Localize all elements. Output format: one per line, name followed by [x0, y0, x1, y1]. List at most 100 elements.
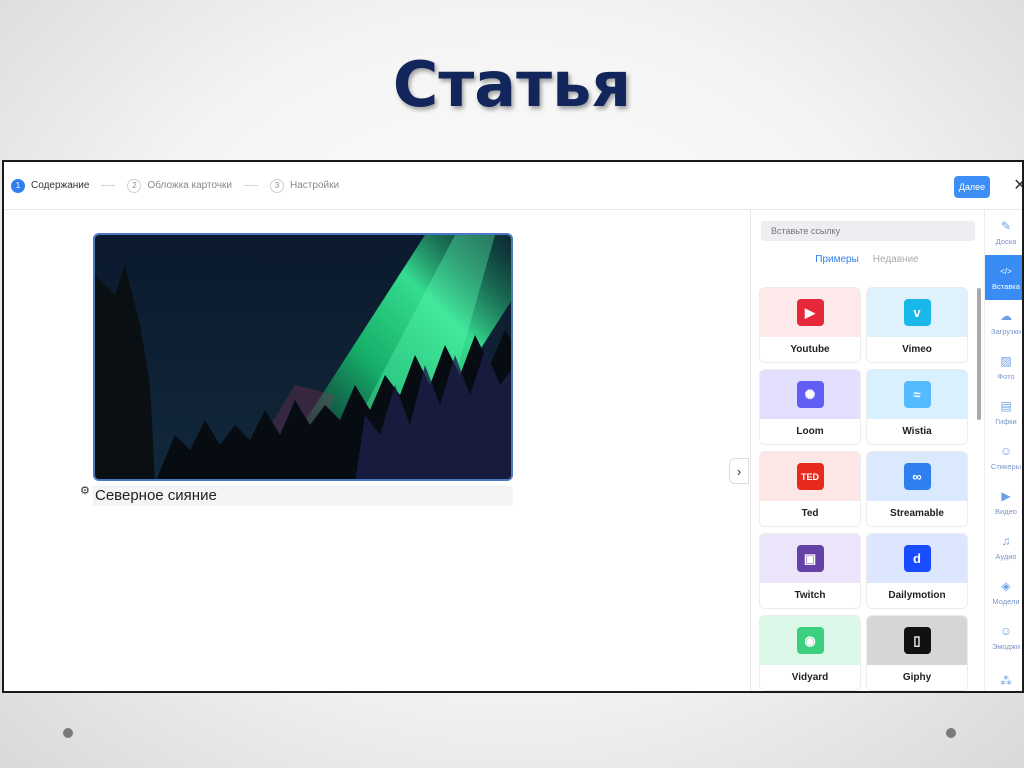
collapse-panel-button[interactable]: ›: [729, 458, 749, 484]
photo-icon: ▨: [1000, 354, 1012, 368]
rail-item-label: Гифки: [995, 417, 1017, 426]
card-label: Wistia: [867, 419, 967, 444]
aurora-image[interactable]: [93, 233, 513, 481]
rail-item-label: Аудио: [995, 552, 1017, 561]
aurora-picture: [95, 235, 511, 479]
embed-card-streamable[interactable]: ∞ Streamable: [867, 452, 967, 526]
card-label: Vimeo: [867, 337, 967, 362]
gear-icon[interactable]: ⚙: [80, 484, 90, 497]
card-label: Streamable: [867, 501, 967, 526]
vimeo-icon: v: [903, 299, 931, 326]
embed-card-vimeo[interactable]: v Vimeo: [867, 288, 967, 362]
card-preview: ✺: [760, 370, 860, 419]
step-number: 1: [11, 178, 25, 193]
card-label: Vidyard: [760, 665, 860, 690]
dailymotion-icon: d: [903, 545, 931, 572]
step-label: Содержание: [31, 180, 90, 191]
card-preview: ∞: [867, 452, 967, 501]
rail-item-video[interactable]: ▶ Видео: [985, 480, 1022, 525]
side-rail: ✎ Доска </> Вставка ☁ Загрузки ▨ Фото ▤ Гифки ☺ Сти…: [984, 210, 1022, 691]
slide-dot: [946, 728, 956, 738]
embed-card-loom[interactable]: ✺ Loom: [760, 370, 860, 444]
ted-icon: TED: [796, 463, 824, 490]
giphy-icon: ▯: [903, 627, 931, 654]
card-label: Youtube: [760, 337, 860, 362]
card-preview: ▣: [760, 534, 860, 583]
tab-examples[interactable]: Примеры: [815, 254, 859, 265]
cube-icon: ◈: [1001, 579, 1011, 593]
panel-scrollbar[interactable]: [977, 288, 981, 420]
loom-icon: ✺: [796, 381, 824, 408]
card-label: Loom: [760, 419, 860, 444]
step-number: 2: [127, 178, 142, 193]
rail-item-label: Вставка: [992, 282, 1020, 291]
card-label: Ted: [760, 501, 860, 526]
rail-item-cloud-upload[interactable]: ☁ Загрузки: [985, 300, 1022, 345]
rail-item-brush[interactable]: ✎ Доска: [985, 210, 1022, 255]
rail-item-gamepad[interactable]: ⁂: [985, 660, 1022, 691]
card-preview: v: [867, 288, 967, 337]
gamepad-icon: ⁂: [1000, 673, 1012, 688]
twitch-icon: ▣: [796, 545, 824, 572]
card-preview: TED: [760, 452, 860, 501]
tab-recent[interactable]: Недавние: [873, 254, 919, 265]
rail-item-label: Доска: [995, 237, 1017, 246]
embed-panel: Примеры Недавние ▶ Youtube v Vimeo ✺ Loom ≈ Wis…: [750, 210, 982, 691]
step-settings[interactable]: 3 Настройки: [270, 178, 340, 193]
gif-icon: ▤: [1000, 399, 1012, 413]
card-preview: ◉: [760, 616, 860, 665]
youtube-icon: ▶: [796, 299, 824, 326]
editor-canvas[interactable]: ⚙ Северное сияние ›: [4, 210, 750, 691]
card-label: Twitch: [760, 583, 860, 608]
step-separator: [244, 185, 259, 186]
card-preview: ≈: [867, 370, 967, 419]
music-icon: ♫: [1001, 534, 1011, 548]
rail-item-code[interactable]: </> Вставка: [985, 255, 1022, 300]
step-separator: [101, 185, 116, 186]
rail-item-cube[interactable]: ◈ Модели: [985, 570, 1022, 615]
rail-item-label: Загрузки: [990, 327, 1022, 336]
embed-card-dailymotion[interactable]: d Dailymotion: [867, 534, 967, 608]
rail-item-sticker[interactable]: ☺ Стикеры: [985, 435, 1022, 480]
card-preview: ▶: [760, 288, 860, 337]
card-preview: ▯: [867, 616, 967, 665]
sticker-icon: ☺: [999, 444, 1013, 458]
code-icon: </>: [1000, 266, 1012, 276]
embed-card-youtube[interactable]: ▶ Youtube: [760, 288, 860, 362]
rail-item-label: Фото: [997, 372, 1015, 381]
rail-item-photo[interactable]: ▨ Фото: [985, 345, 1022, 390]
next-button[interactable]: Далее: [954, 176, 990, 198]
embed-card-vidyard[interactable]: ◉ Vidyard: [760, 616, 860, 690]
rail-item-label: Эмоджи: [991, 642, 1021, 651]
emoji-icon: ☺: [999, 624, 1013, 638]
brush-icon: ✎: [1000, 219, 1012, 233]
embed-card-twitch[interactable]: ▣ Twitch: [760, 534, 860, 608]
stepper-bar: 1 Содержание 2 Обложка карточки 3 Настро…: [4, 162, 1022, 210]
streamable-icon: ∞: [903, 463, 931, 490]
image-caption[interactable]: Северное сияние: [93, 486, 513, 506]
rail-item-label: Видео: [995, 507, 1017, 516]
close-icon[interactable]: ✕: [1013, 175, 1022, 195]
step-label: Обложка карточки: [147, 180, 233, 191]
embed-tabs: Примеры Недавние: [751, 254, 983, 265]
embed-card-ted[interactable]: TED Ted: [760, 452, 860, 526]
vidyard-icon: ◉: [796, 627, 824, 654]
rail-item-label: Модели: [992, 597, 1020, 606]
rail-item-music[interactable]: ♫ Аудио: [985, 525, 1022, 570]
embed-card-wistia[interactable]: ≈ Wistia: [867, 370, 967, 444]
card-label: Giphy: [867, 665, 967, 690]
slide-dot: [63, 728, 73, 738]
step-card-cover[interactable]: 2 Обложка карточки: [127, 178, 233, 193]
step-number: 3: [270, 178, 285, 193]
link-input[interactable]: [761, 221, 975, 241]
slide-title: Статья: [392, 48, 632, 121]
step-label: Настройки: [290, 180, 340, 191]
step-content[interactable]: 1 Содержание: [11, 178, 90, 193]
rail-item-emoji[interactable]: ☺ Эмоджи: [985, 615, 1022, 660]
wistia-icon: ≈: [903, 381, 931, 408]
card-preview: d: [867, 534, 967, 583]
article-editor-window: 1 Содержание 2 Обложка карточки 3 Настро…: [2, 160, 1024, 693]
video-icon: ▶: [1001, 489, 1011, 503]
rail-item-gif[interactable]: ▤ Гифки: [985, 390, 1022, 435]
embed-card-giphy[interactable]: ▯ Giphy: [867, 616, 967, 690]
